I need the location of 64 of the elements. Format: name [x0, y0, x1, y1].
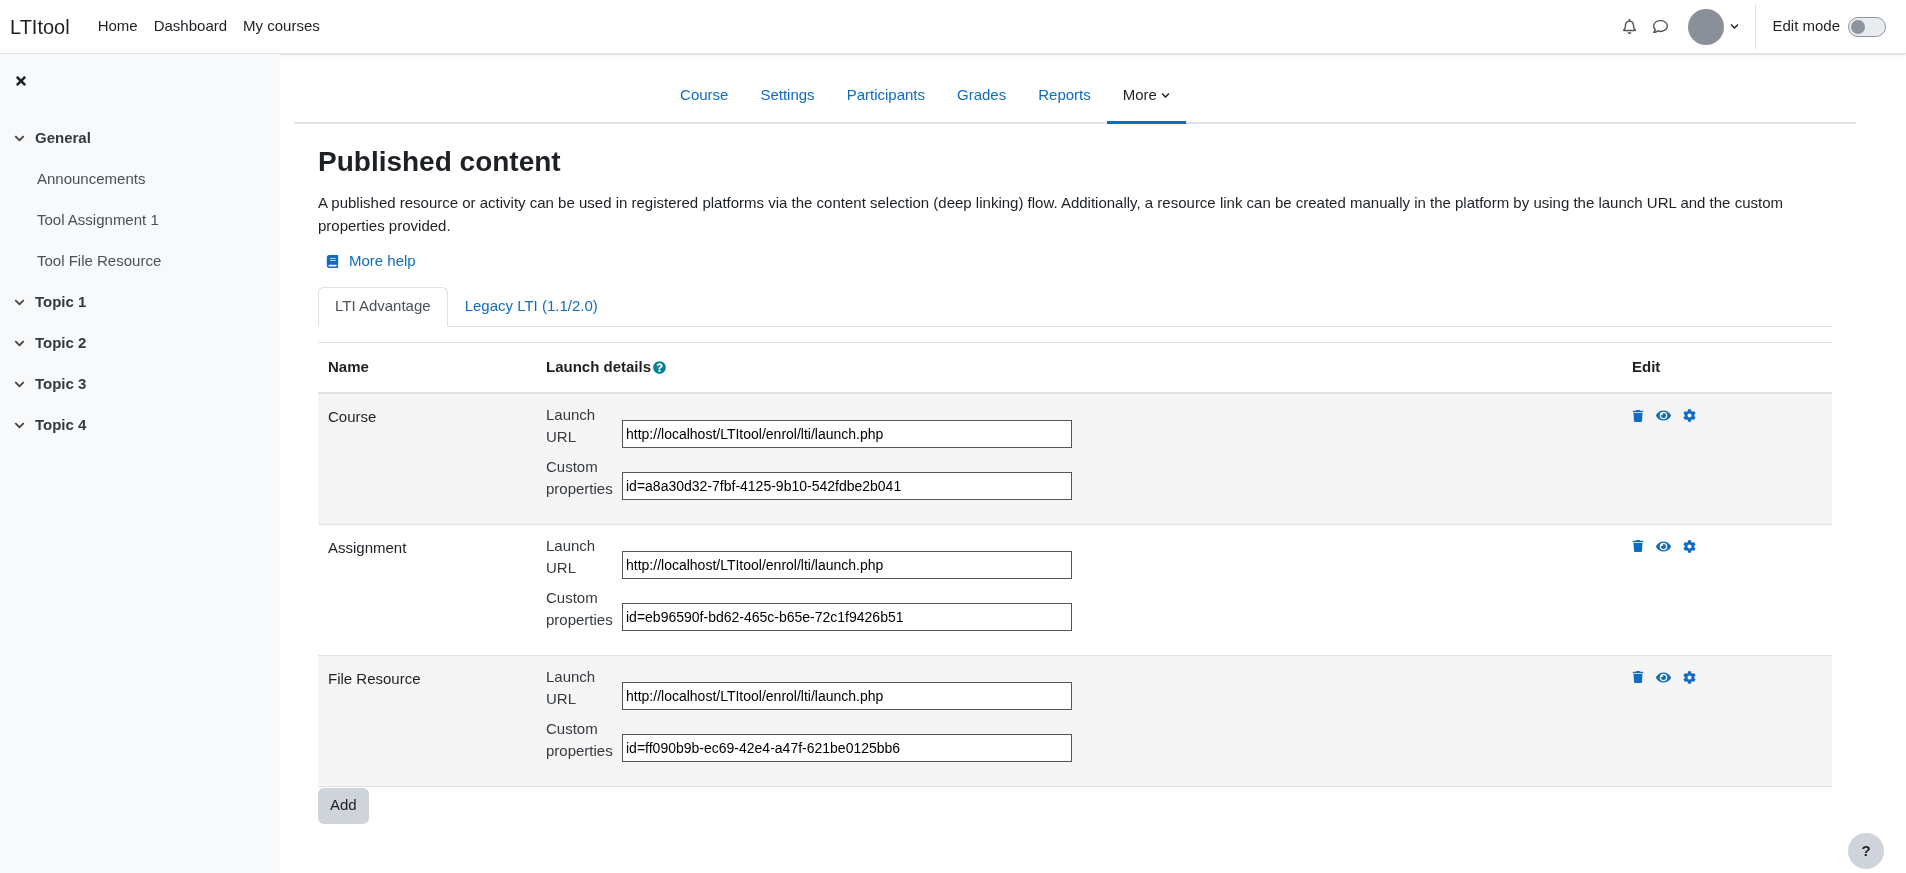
section-title[interactable]: General — [35, 127, 91, 150]
chevron-icon[interactable] — [14, 133, 25, 144]
field-label: Launch URL — [546, 666, 597, 709]
edit-mode-label: Edit mode — [1772, 16, 1840, 37]
messages-icon[interactable] — [1653, 19, 1669, 34]
page-title: Published content — [318, 145, 562, 179]
field-label: Custom properties — [546, 718, 612, 761]
course-nav-tab[interactable]: Settings — [744, 70, 831, 124]
avatar[interactable] — [1688, 8, 1725, 45]
book-icon — [326, 254, 339, 268]
nav-link[interactable]: Home — [97, 15, 138, 38]
input-field[interactable]: id=eb96590f-bd62-465c-b65e-72c1f9426b51 — [622, 602, 1072, 631]
column-header: Name — [328, 358, 369, 375]
section-title[interactable]: Topic 2 — [35, 332, 87, 355]
section-title[interactable]: Topic 1 — [35, 291, 87, 314]
tab[interactable]: Legacy LTI (1.1/2.0) — [447, 286, 615, 327]
column-header: Edit — [1632, 358, 1661, 375]
course-nav-tab[interactable]: Participants — [830, 70, 941, 124]
chevron-icon[interactable] — [14, 297, 25, 308]
course-nav-tab[interactable]: Grades — [941, 70, 1023, 124]
activity-link[interactable]: Announcements — [37, 168, 146, 191]
trash-icon[interactable] — [1632, 671, 1644, 683]
table-cell: File Resource — [328, 669, 421, 687]
nav-link[interactable]: My courses — [243, 15, 320, 38]
notification-bell-icon[interactable] — [1622, 19, 1638, 34]
activity-link[interactable]: Tool File Resource — [37, 250, 162, 273]
input-field[interactable]: id=a8a30d32-7fbf-4125-9b10-542fdbe2b041 — [622, 472, 1072, 500]
caret-icon[interactable] — [1730, 22, 1740, 31]
settings-icon[interactable] — [1683, 539, 1696, 553]
help-link[interactable]: More help — [349, 250, 416, 273]
course-nav-tab[interactable]: Course — [664, 70, 745, 124]
input-field[interactable]: http://localhost/LTItool/enrol/lti/launch.php — [622, 420, 1072, 448]
field-label: Custom properties — [546, 587, 612, 630]
site-brand[interactable]: LTItool — [10, 11, 70, 42]
eye-icon[interactable] — [1656, 408, 1671, 423]
field-label: Launch URL — [546, 405, 597, 447]
table-cell: Assignment — [328, 538, 407, 556]
field-label: Launch URL — [546, 535, 597, 578]
chevron-icon[interactable] — [14, 338, 25, 349]
field-label: Custom properties — [546, 457, 612, 499]
section-title[interactable]: Topic 3 — [35, 373, 87, 396]
settings-icon[interactable] — [1683, 670, 1696, 684]
chevron-icon[interactable] — [14, 420, 25, 431]
column-header: Launch details — [546, 357, 652, 377]
help-button[interactable]: ? — [1848, 833, 1884, 869]
nav-link[interactable]: Dashboard — [153, 15, 228, 38]
add-button[interactable]: Add — [318, 787, 369, 824]
close-icon[interactable] — [14, 74, 28, 88]
input-field[interactable]: id=ff090b9b-ec69-42e4-a47f-621be0125bb6 — [622, 733, 1072, 762]
section-title[interactable]: Topic 4 — [35, 414, 87, 437]
activity-link[interactable]: Tool Assignment 1 — [37, 209, 159, 232]
trash-icon[interactable] — [1632, 409, 1644, 422]
trash-icon[interactable] — [1632, 540, 1644, 552]
input-field[interactable]: http://localhost/LTItool/enrol/lti/launch.php — [622, 550, 1072, 579]
course-nav-tab[interactable]: Reports — [1022, 70, 1107, 124]
input-field[interactable]: http://localhost/LTItool/enrol/lti/launch.php — [622, 681, 1072, 710]
chevron-icon[interactable] — [14, 379, 25, 390]
edit-mode-switch[interactable] — [1848, 16, 1886, 37]
tab[interactable]: LTI Advantage — [318, 286, 448, 327]
course-nav-tab[interactable]: More — [1106, 70, 1186, 124]
table-cell: Course — [328, 408, 377, 425]
settings-icon[interactable] — [1683, 409, 1696, 422]
page-description: A published resource or activity can be used in registered platforms via the content selection (deep linking) flow. Additionally, a resource link can be created manually in the platform by using the launch URL and the custom properties provided. — [318, 193, 1784, 236]
help-icon[interactable] — [653, 360, 667, 374]
